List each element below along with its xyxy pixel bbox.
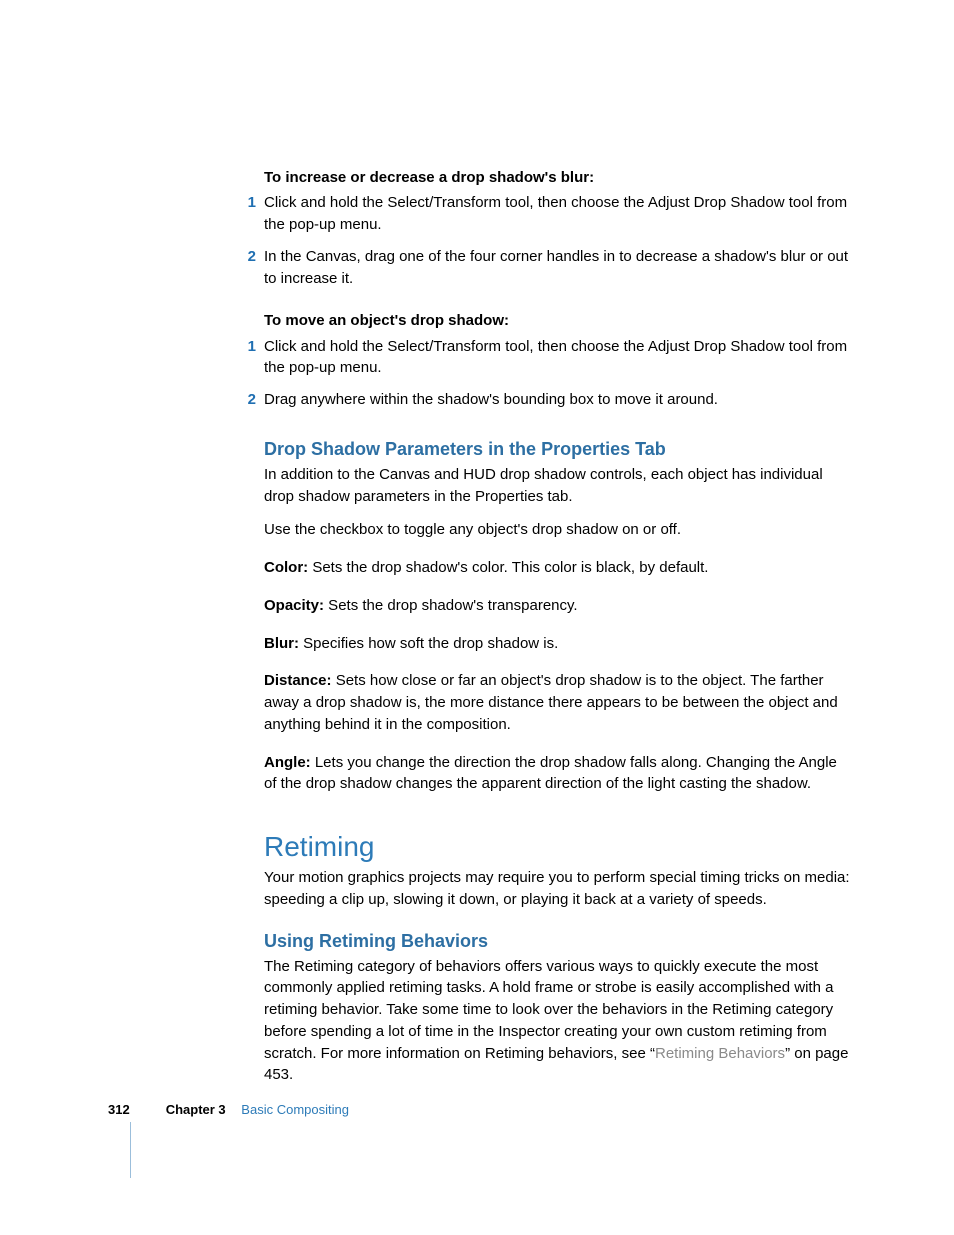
page-footer: 312 Chapter 3 Basic Compositing	[108, 1102, 349, 1117]
task-block: To increase or decrease a drop shadow's …	[264, 168, 852, 289]
step-text: Drag anywhere within the shadow's boundi…	[264, 389, 852, 411]
page-number: 312	[108, 1102, 130, 1117]
step-number: 1	[242, 336, 256, 380]
param-item: Opacity: Sets the drop shadow's transpar…	[264, 595, 852, 617]
step-text: Click and hold the Select/Transform tool…	[264, 336, 852, 380]
content-column: To increase or decrease a drop shadow's …	[264, 168, 852, 1102]
paragraph: Your motion graphics projects may requir…	[264, 867, 852, 911]
task-title: To move an object's drop shadow:	[264, 311, 852, 331]
param-desc: Sets the drop shadow's color. This color…	[308, 559, 708, 576]
step: 2 In the Canvas, drag one of the four co…	[264, 246, 852, 290]
task-block: To move an object's drop shadow: 1 Click…	[264, 311, 852, 411]
step-number: 1	[242, 192, 256, 236]
param-name: Opacity:	[264, 597, 324, 614]
document-page: To increase or decrease a drop shadow's …	[0, 0, 954, 1235]
param-name: Distance:	[264, 672, 332, 689]
param-desc: Specifies how soft the drop shadow is.	[299, 635, 558, 652]
param-desc: Lets you change the direction the drop s…	[264, 754, 837, 793]
param-item: Blur: Specifies how soft the drop shadow…	[264, 633, 852, 655]
param-name: Angle:	[264, 754, 311, 771]
step-text: In the Canvas, drag one of the four corn…	[264, 246, 852, 290]
paragraph: Use the checkbox to toggle any object's …	[264, 519, 852, 541]
paragraph: The Retiming category of behaviors offer…	[264, 956, 852, 1087]
step-text: Click and hold the Select/Transform tool…	[264, 192, 852, 236]
param-item: Angle: Lets you change the direction the…	[264, 752, 852, 796]
section-heading: Drop Shadow Parameters in the Properties…	[264, 439, 852, 460]
param-name: Blur:	[264, 635, 299, 652]
param-name: Color:	[264, 559, 308, 576]
param-desc: Sets how close or far an object's drop s…	[264, 672, 838, 733]
paragraph: In addition to the Canvas and HUD drop s…	[264, 464, 852, 508]
section-heading-major: Retiming	[264, 831, 852, 863]
section-heading: Using Retiming Behaviors	[264, 931, 852, 952]
param-item: Color: Sets the drop shadow's color. Thi…	[264, 557, 852, 579]
step: 2 Drag anywhere within the shadow's boun…	[264, 389, 852, 411]
cross-ref-link[interactable]: Retiming Behaviors	[655, 1045, 785, 1062]
step: 1 Click and hold the Select/Transform to…	[264, 336, 852, 380]
step-number: 2	[242, 389, 256, 411]
param-item: Distance: Sets how close or far an objec…	[264, 670, 852, 735]
chapter-label: Chapter 3	[166, 1102, 226, 1117]
step-number: 2	[242, 246, 256, 290]
step: 1 Click and hold the Select/Transform to…	[264, 192, 852, 236]
chapter-info: Chapter 3 Basic Compositing	[166, 1102, 349, 1117]
param-desc: Sets the drop shadow's transparency.	[324, 597, 578, 614]
chapter-title: Basic Compositing	[241, 1102, 349, 1117]
task-title: To increase or decrease a drop shadow's …	[264, 168, 852, 188]
footer-divider	[130, 1122, 131, 1178]
